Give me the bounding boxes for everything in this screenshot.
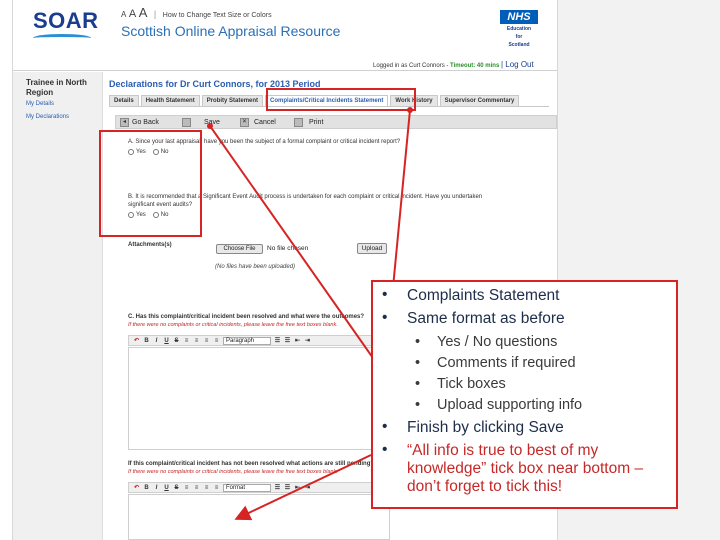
- editor-c-align-right-icon[interactable]: ≡: [203, 338, 210, 344]
- sidebar-item-my-details[interactable]: My Details: [26, 101, 54, 107]
- cancel-x-icon: ✕: [240, 118, 249, 127]
- nhs-logo: NHS Education for Scotland: [500, 10, 538, 48]
- choose-file-button[interactable]: Choose File: [216, 244, 263, 254]
- go-back-label: Go Back: [132, 119, 159, 126]
- editor-d-toolbar: ↶ B I U S ≡ ≡ ≡ ≡ Format ☰ ☰ ⇤ ⇥: [128, 482, 390, 493]
- save-label: Save: [204, 119, 220, 126]
- nhs-logo-box: NHS: [500, 10, 538, 24]
- text-size-separator: |: [153, 9, 157, 19]
- callout-bullet-2: Same format as before: [382, 309, 565, 328]
- disk-icon: [182, 118, 191, 127]
- highlight-complaints-tab: [266, 88, 416, 111]
- no-file-chosen-text: No file chosen: [267, 245, 309, 252]
- callout-bullet-4-text: “All info is true to best of my knowledg…: [407, 442, 644, 495]
- callout-sub-bullet-2: Comments if required: [415, 354, 576, 372]
- editor-c-italic-button[interactable]: I: [153, 338, 160, 344]
- logout-link[interactable]: | Log Out: [501, 60, 534, 69]
- print-button[interactable]: Print: [294, 117, 323, 128]
- no-files-uploaded-note: (No files have been uploaded): [215, 264, 296, 270]
- app-title: Scottish Online Appraisal Resource: [121, 23, 341, 39]
- editor-d-align-left-icon[interactable]: ≡: [183, 485, 190, 491]
- printer-icon: [294, 118, 303, 127]
- cancel-button[interactable]: ✕ Cancel: [240, 117, 276, 128]
- callout-sub-bullet-3-text: Tick boxes: [437, 376, 506, 392]
- editor-c-bullets-icon[interactable]: ☰: [274, 337, 281, 344]
- annotation-callout: Complaints Statement Same format as befo…: [371, 280, 678, 509]
- editor-d-outdent-icon[interactable]: ⇤: [294, 484, 301, 491]
- timeout-text: Timeout: 40 mins: [450, 63, 500, 69]
- editor-d-format-select[interactable]: Format: [223, 483, 271, 492]
- sidebar-title: Trainee in North Region: [26, 78, 87, 97]
- back-arrow-icon: ◂: [120, 118, 129, 127]
- editor-d-italic-button[interactable]: I: [153, 485, 160, 491]
- editor-d-strike-button[interactable]: S: [173, 485, 180, 491]
- callout-bullet-3-text: Finish by clicking Save: [407, 419, 564, 436]
- editor-c-align-center-icon[interactable]: ≡: [193, 338, 200, 344]
- callout-bullet-4: “All info is true to best of my knowledg…: [382, 441, 673, 496]
- editor-c-text-area[interactable]: [128, 347, 390, 450]
- callout-sub-bullet-4-text: Upload supporting info: [437, 397, 583, 413]
- callout-sub-bullet-1-text: Yes / No questions: [437, 334, 558, 350]
- callout-bullet-2-text: Same format as before: [407, 310, 565, 327]
- sidebar: Trainee in North Region My Details My De…: [13, 72, 103, 540]
- editor-c-strike-button[interactable]: S: [173, 338, 180, 344]
- nhs-logo-line-2: for: [515, 34, 523, 40]
- editor-c-toolbar: ↶ B I U S ≡ ≡ ≡ ≡ Paragraph ☰ ☰ ⇤ ⇥: [128, 335, 390, 346]
- question-d: If this complaint/critical incident has …: [128, 461, 375, 467]
- editor-d-bullets-icon[interactable]: ☰: [274, 484, 281, 491]
- editor-d-indent-icon[interactable]: ⇥: [304, 484, 311, 491]
- login-status-bar: Logged in as Curt Connors - Timeout: 40 …: [373, 60, 534, 69]
- editor-d-undo-icon[interactable]: ↶: [133, 484, 140, 491]
- text-size-controls: A A A | How to Change Text Size or Color…: [121, 5, 272, 20]
- editor-d-bold-button[interactable]: B: [143, 485, 150, 491]
- callout-sub-bullet-2-text: Comments if required: [437, 355, 576, 371]
- upload-button[interactable]: Upload: [357, 243, 387, 254]
- text-size-small-button[interactable]: A: [121, 10, 126, 19]
- highlight-yes-no-questions: [99, 130, 202, 237]
- editor-d-text-area[interactable]: [128, 494, 390, 540]
- editor-c-underline-button[interactable]: U: [163, 338, 170, 344]
- cancel-label: Cancel: [254, 119, 276, 126]
- text-size-help-link[interactable]: How to Change Text Size or Colors: [163, 12, 272, 19]
- question-c: C. Has this complaint/critical incident …: [128, 314, 365, 320]
- callout-sub-bullet-4: Upload supporting info: [415, 396, 582, 414]
- callout-bullet-1: Complaints Statement: [382, 286, 560, 305]
- callout-sub-bullet-3: Tick boxes: [415, 375, 506, 393]
- callout-bullet-3: Finish by clicking Save: [382, 418, 564, 437]
- editor-c-justify-icon[interactable]: ≡: [213, 338, 220, 344]
- header-divider: [13, 70, 557, 71]
- editor-d-underline-button[interactable]: U: [163, 485, 170, 491]
- editor-c-format-select[interactable]: Paragraph: [223, 336, 271, 345]
- editor-c-indent-icon[interactable]: ⇥: [304, 337, 311, 344]
- editor-c-outdent-icon[interactable]: ⇤: [294, 337, 301, 344]
- question-d-note: If there were no complaints or critical …: [128, 469, 338, 475]
- editor-c-undo-icon[interactable]: ↶: [133, 337, 140, 344]
- editor-c-numbers-icon[interactable]: ☰: [284, 337, 291, 344]
- nhs-logo-line-3: Scotland: [508, 42, 530, 48]
- save-button[interactable]: Save: [182, 117, 220, 128]
- editor-c-align-left-icon[interactable]: ≡: [183, 338, 190, 344]
- editor-d-justify-icon[interactable]: ≡: [213, 485, 220, 491]
- attachments-label: Attachments(s): [128, 242, 172, 248]
- editor-d-numbers-icon[interactable]: ☰: [284, 484, 291, 491]
- text-size-large-button[interactable]: A: [139, 5, 148, 20]
- go-back-button[interactable]: ◂ Go Back: [120, 117, 159, 128]
- soar-logo-swoosh-icon: [33, 34, 91, 42]
- editor-d-align-right-icon[interactable]: ≡: [203, 485, 210, 491]
- callout-bullet-1-text: Complaints Statement: [407, 287, 560, 304]
- soar-logo[interactable]: SOAR: [33, 8, 99, 34]
- form-toolbar: ◂ Go Back Save ✕ Cancel Print: [115, 115, 557, 129]
- question-c-note: If there were no complaints or critical …: [128, 322, 338, 328]
- callout-sub-bullet-1: Yes / No questions: [415, 333, 557, 351]
- sidebar-item-my-declarations[interactable]: My Declarations: [26, 114, 69, 120]
- text-size-medium-button[interactable]: A: [129, 8, 136, 20]
- editor-c-bold-button[interactable]: B: [143, 338, 150, 344]
- print-label: Print: [309, 119, 324, 126]
- editor-d-align-center-icon[interactable]: ≡: [193, 485, 200, 491]
- logged-in-text: Logged in as Curt Connors -: [373, 63, 449, 69]
- nhs-logo-line-1: Education: [506, 26, 532, 32]
